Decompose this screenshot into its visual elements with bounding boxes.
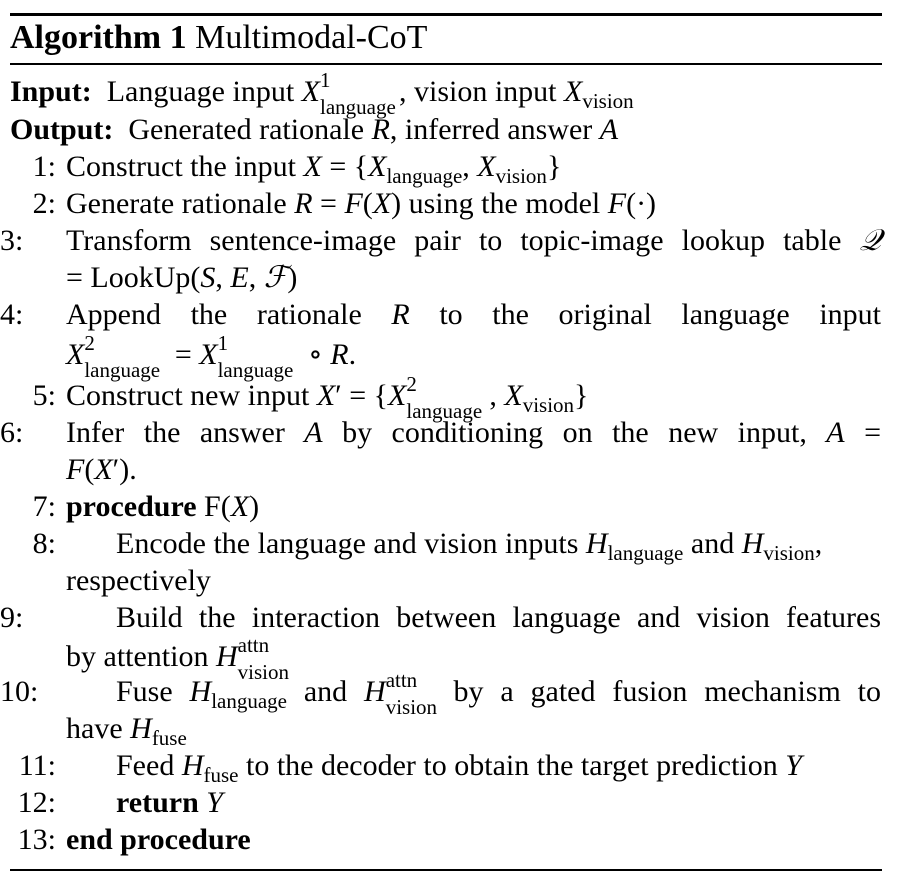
step-number: 1:: [32, 150, 56, 183]
step-6-cont: F(X′).: [66, 453, 137, 486]
step-number: 8:: [32, 527, 56, 560]
step-3: 3: Transform sentence-image pair to topi…: [0, 224, 881, 257]
step-number: 5:: [32, 379, 56, 412]
algorithm-name: Multimodal-CoT: [195, 19, 428, 56]
step-1: 1: Construct the input X = {Xlanguage, X…: [33, 148, 881, 187]
step-number: 11:: [18, 749, 56, 782]
top-rule: [10, 13, 882, 16]
step-11: 11: Feed Hfuse to the decoder to obtain …: [19, 747, 881, 786]
header-rule: [10, 63, 882, 65]
step-10-cont: have Hfuse: [66, 712, 187, 750]
step-number: 12:: [17, 786, 56, 819]
step-number: 7:: [32, 490, 56, 523]
step-number: 2:: [32, 187, 56, 220]
step-10: 10: Fuse Hlanguage and Hattn vision by a …: [0, 668, 881, 719]
algorithm-label: Algorithm 1: [10, 19, 187, 56]
bottom-rule: [10, 869, 882, 871]
step-number: 6:: [0, 416, 24, 449]
step-9-cont: by attention Hattn vision: [66, 633, 289, 684]
step-4-cont: X 2 language = X 1 language ∘ R.: [66, 331, 357, 382]
step-12: 12: return Y: [18, 784, 881, 821]
input-line: Input: Language input X 1 language, vision…: [10, 68, 634, 119]
input-label: Input:: [10, 75, 92, 108]
step-6: 6: Infer the answer A by conditioning on…: [0, 416, 881, 449]
step-13: 13: end procedure: [18, 821, 881, 858]
step-8-cont: respectively: [66, 564, 211, 597]
step-8: 8: Encode the language and vision inputs…: [33, 525, 881, 564]
step-5: 5: Construct new input X′ = {X 2 language,…: [33, 374, 881, 422]
step-number: 10:: [0, 675, 39, 708]
step-number: 13:: [17, 823, 56, 856]
step-number: 4:: [0, 298, 24, 331]
algorithm-title: Algorithm 1 Multimodal-CoT: [10, 18, 427, 58]
step-3-cont: = LookUp(S, E, ℱ): [66, 261, 298, 294]
output-line: Output: Generated rationale R, inferred …: [10, 113, 619, 146]
step-2: 2: Generate rationale R = F(X) using the…: [33, 185, 881, 222]
step-4: 4: Append the rationale R to the origina…: [0, 298, 881, 331]
step-number: 9:: [0, 601, 24, 634]
step-7: 7: procedure F(X): [33, 488, 881, 525]
output-label: Output:: [10, 113, 114, 146]
step-number: 3:: [0, 224, 24, 257]
step-9: 9: Build the interaction between languag…: [0, 601, 881, 634]
